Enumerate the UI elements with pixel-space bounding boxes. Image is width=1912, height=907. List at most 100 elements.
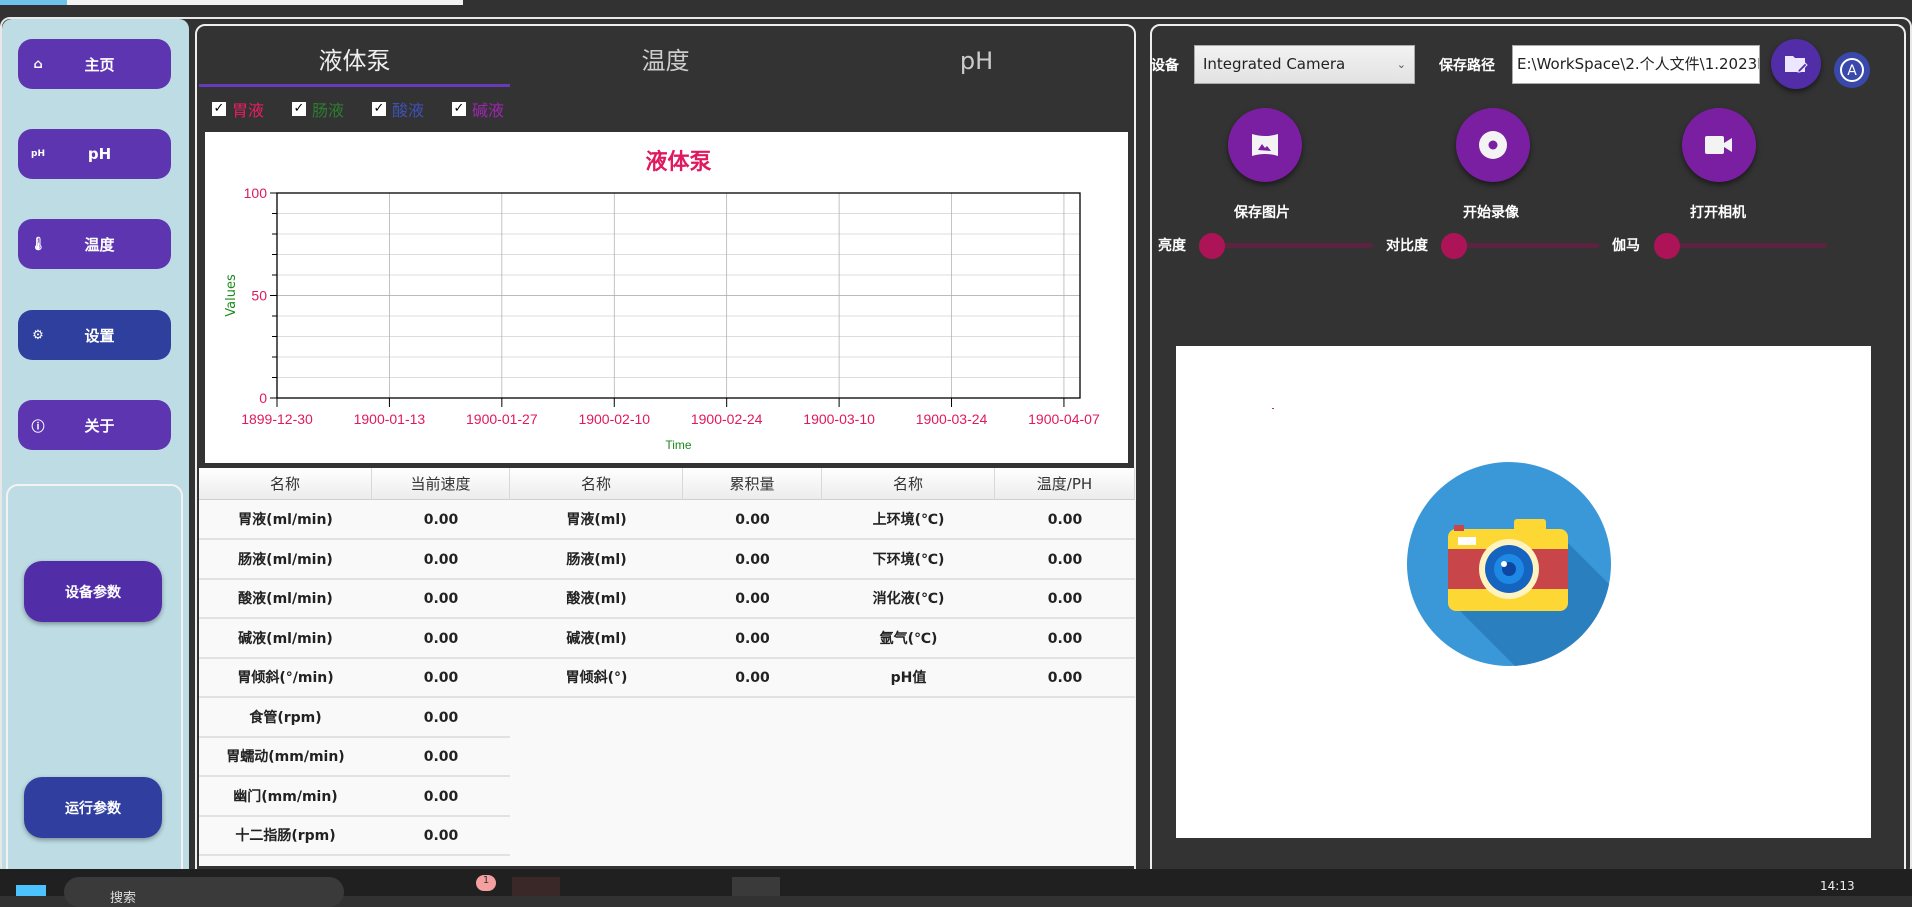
start-recording-button[interactable] [1456, 108, 1530, 182]
row-name: 上环境(℃) [822, 501, 995, 540]
device-label: 设备 [1151, 58, 1179, 74]
home-icon: ⌂ [33, 56, 43, 72]
check-icon: ✓ [452, 101, 466, 116]
check-icon: ✓ [292, 101, 306, 116]
checkbox-acid[interactable]: ✓ 酸液 [372, 97, 424, 121]
y-tick-label: 50 [251, 288, 267, 304]
tab-ph[interactable]: pH [821, 37, 1132, 85]
video-camera-icon [1705, 136, 1732, 154]
image-icon [1252, 134, 1278, 156]
row-value: 0.00 [995, 620, 1135, 659]
row-name: 酸液(ml/min) [199, 580, 372, 619]
contrast-thumb[interactable] [1441, 233, 1467, 259]
sidebar-item-home[interactable]: ⌂ 主页 [18, 39, 171, 89]
checkbox-gastric[interactable]: ✓ 胃液 [212, 97, 264, 121]
row-value: 0.00 [372, 620, 510, 659]
row-value: 0.00 [995, 659, 1135, 698]
app-icon[interactable] [732, 877, 780, 896]
column-header[interactable]: 当前速度 [372, 468, 510, 500]
y-axis-label: Values [224, 274, 239, 317]
row-name: 消化液(℃) [822, 580, 995, 619]
y-tick-label: 0 [259, 390, 267, 406]
check-icon: ✓ [372, 101, 386, 116]
info-icon: ⓘ [31, 419, 45, 435]
device-params-button[interactable]: 设备参数 [24, 561, 162, 622]
sidebar-item-about[interactable]: ⓘ 关于 [18, 400, 171, 450]
preview-dot [1272, 408, 1274, 409]
x-tick-label: 1900-04-07 [1028, 411, 1100, 427]
clock: 14:13 [1820, 879, 1855, 893]
save-path-input[interactable]: E:\WorkSpace\2.个人文件\1.2023P [1512, 45, 1760, 84]
sidebar-item-temperature[interactable]: 🌡︎ 温度 [18, 219, 171, 269]
row-name: 下环境(℃) [822, 541, 995, 580]
x-tick-label: 1900-02-24 [691, 411, 763, 427]
row-value: 0.00 [372, 817, 510, 856]
save-image-button[interactable] [1228, 108, 1302, 182]
row-value: 0.00 [372, 778, 510, 817]
row-name: 十二指肠(rpm) [199, 817, 372, 856]
row-name: 胃液(ml) [510, 501, 683, 540]
x-tick-label: 1900-01-27 [466, 411, 538, 427]
x-tick-label: 1899-12-30 [241, 411, 313, 427]
row-name: 食管(rpm) [199, 699, 372, 738]
contrast-label: 对比度 [1386, 238, 1428, 254]
x-tick-label: 1900-03-24 [916, 411, 988, 427]
open-camera-button[interactable] [1682, 108, 1756, 182]
checkbox-alkali[interactable]: ✓ 碱液 [452, 97, 504, 121]
sidebar-item-ph[interactable]: pH pH [18, 129, 171, 179]
chart-svg: 1899-12-30 1900-01-13 1900-01-27 1900-02-10… [224, 149, 1100, 452]
chart-title: 液体泵 [645, 149, 711, 175]
gear-icon: ⚙ [32, 327, 44, 343]
tab-pump[interactable]: 液体泵 [199, 37, 510, 85]
row-value: 0.00 [372, 738, 510, 777]
brightness-slider[interactable] [1211, 243, 1373, 248]
auto-button[interactable]: A [1834, 52, 1870, 88]
row-name: 胃蠕动(mm/min) [199, 738, 372, 777]
checkbox-intestinal[interactable]: ✓ 肠液 [292, 97, 344, 121]
gamma-label: 伽马 [1612, 238, 1640, 254]
window-strip [0, 0, 67, 5]
column-header[interactable]: 温度/PH [995, 468, 1135, 500]
gamma-slider[interactable] [1666, 243, 1827, 248]
row-name: 酸液(ml) [510, 580, 683, 619]
row-value: 0.00 [372, 659, 510, 698]
brightness-label: 亮度 [1158, 238, 1186, 254]
column-header[interactable]: 累积量 [683, 468, 822, 500]
start-icon[interactable] [16, 885, 46, 896]
contrast-slider[interactable] [1453, 243, 1599, 248]
row-value: 0.00 [372, 699, 510, 738]
row-name: 肠液(ml) [510, 541, 683, 580]
row-value: 0.00 [995, 501, 1135, 540]
x-axis-label: Time [665, 438, 692, 452]
y-tick-label: 100 [244, 185, 268, 201]
column-header[interactable]: 名称 [199, 468, 372, 500]
run-params-button[interactable]: 运行参数 [24, 777, 162, 838]
open-camera-label: 打开相机 [1690, 205, 1746, 221]
row-name: 氩气(℃) [822, 620, 995, 659]
row-name: 胃倾斜(°/min) [199, 659, 372, 698]
row-value: 0.00 [683, 501, 822, 540]
chevron-down-icon: ⌄ [1396, 58, 1406, 71]
row-value: 0.00 [683, 580, 822, 619]
record-icon [1479, 131, 1507, 159]
row-name: pH值 [822, 659, 995, 698]
row-name: 幽门(mm/min) [199, 778, 372, 817]
taskbar-search[interactable]: 搜索 [64, 877, 344, 907]
row-value: 0.00 [372, 501, 510, 540]
save-path-label: 保存路径 [1439, 58, 1495, 74]
row-value: 0.00 [372, 541, 510, 580]
tab-temperature[interactable]: 温度 [510, 37, 821, 85]
notification-badge: 1 [476, 875, 496, 891]
file-explorer-icon[interactable] [512, 877, 560, 896]
sidebar-item-settings[interactable]: ⚙ 设置 [18, 310, 171, 360]
x-tick-label: 1900-03-10 [803, 411, 875, 427]
row-value: 0.00 [683, 659, 822, 698]
browse-folder-button[interactable] [1771, 39, 1821, 89]
column-header[interactable]: 名称 [822, 468, 995, 500]
brightness-thumb[interactable] [1199, 233, 1225, 259]
start-recording-label: 开始录像 [1463, 205, 1519, 221]
device-select[interactable]: Integrated Camera ⌄ [1194, 45, 1415, 84]
column-header[interactable]: 名称 [510, 468, 683, 500]
gamma-thumb[interactable] [1654, 233, 1680, 259]
svg-text:A: A [1847, 63, 1857, 79]
